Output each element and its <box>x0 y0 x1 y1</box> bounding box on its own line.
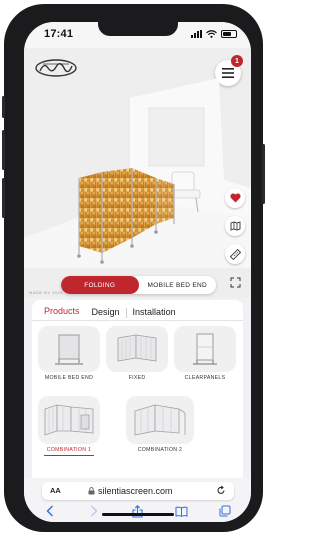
notch <box>98 22 178 36</box>
tabs-divider <box>32 320 243 321</box>
configurator-view[interactable]: 1 MADE BY 1020 FOLDING MOBILE BED END <box>24 48 251 298</box>
reader-aa-button[interactable]: AA <box>50 486 61 495</box>
heart-icon <box>229 193 241 203</box>
tabs-icon <box>219 505 231 517</box>
chevron-right-icon <box>90 505 98 517</box>
product-label-combination-1: COMBINATION 1 <box>46 447 92 453</box>
product-card-mobile-bed-end[interactable] <box>38 326 100 372</box>
room-scene[interactable] <box>24 78 251 268</box>
made-by-credit: MADE BY 1020 <box>29 290 63 295</box>
fullscreen-icon <box>230 277 240 287</box>
product-card-fixed[interactable] <box>106 326 168 372</box>
wifi-icon <box>206 30 217 38</box>
tab-installation[interactable]: Installation <box>127 305 182 321</box>
url-text: silentiascreen.com <box>98 486 173 496</box>
clearpanels-thumbnail <box>193 333 217 365</box>
mobile-bed-end-thumbnail <box>55 334 83 365</box>
tab-design[interactable]: Design <box>86 305 126 321</box>
product-card-combination-1[interactable] <box>38 396 100 444</box>
hamburger-icon <box>222 68 234 78</box>
address-bar[interactable]: AA silentiascreen.com <box>42 482 234 500</box>
ruler-icon <box>229 248 241 260</box>
reload-icon[interactable] <box>216 485 226 496</box>
power-button <box>262 144 265 204</box>
product-card-clearpanels[interactable] <box>174 326 236 372</box>
fullscreen-button[interactable] <box>225 272 245 292</box>
fixed-thumbnail <box>117 334 157 362</box>
volume-down-button <box>2 178 5 218</box>
combination-1-thumbnail <box>44 404 94 436</box>
bookmarks-button[interactable] <box>172 504 190 518</box>
volume-up-button <box>2 130 5 170</box>
tab-products[interactable]: Products <box>38 304 86 321</box>
screen-type-toggle: FOLDING MOBILE BED END <box>61 276 216 294</box>
combination-1-active-indicator <box>44 455 94 456</box>
toggle-mobile-bed-end[interactable]: MOBILE BED END <box>139 276 217 294</box>
screen: 17:41 1 MADE BY 1020 FOLDING MOBILE BED … <box>24 22 251 522</box>
battery-icon <box>221 30 237 38</box>
phone-frame: 17:41 1 MADE BY 1020 FOLDING MOBILE BED … <box>2 4 265 532</box>
silentia-logo <box>35 59 77 77</box>
url-display: silentiascreen.com <box>88 486 173 496</box>
notification-badge: 1 <box>231 55 243 67</box>
panel-tabs: Products Design Installation <box>38 304 182 321</box>
status-icons <box>191 30 237 38</box>
product-card-combination-2[interactable] <box>126 396 194 444</box>
back-button[interactable] <box>41 504 59 518</box>
product-label-clearpanels: CLEARPANELS <box>184 375 226 381</box>
home-indicator <box>102 513 174 516</box>
book-icon <box>175 506 188 517</box>
product-panel: Products Design Installation MOBILE BED … <box>32 300 243 480</box>
favorite-button[interactable] <box>225 188 245 208</box>
forward-button[interactable] <box>85 504 103 518</box>
status-bar: 17:41 <box>24 22 251 48</box>
status-time: 17:41 <box>44 28 74 40</box>
tabs-button[interactable] <box>216 504 234 518</box>
cellular-signal-icon <box>191 30 202 38</box>
measure-button[interactable] <box>225 244 245 264</box>
lock-icon <box>88 487 95 495</box>
product-label-combination-2: COMBINATION 2 <box>137 447 183 453</box>
combination-2-thumbnail <box>134 404 186 436</box>
chevron-left-icon <box>46 505 53 517</box>
mute-button <box>2 96 5 118</box>
toggle-folding[interactable]: FOLDING <box>61 276 139 294</box>
map-icon <box>230 221 240 231</box>
map-button[interactable] <box>225 216 245 236</box>
side-toolbar <box>225 188 245 292</box>
